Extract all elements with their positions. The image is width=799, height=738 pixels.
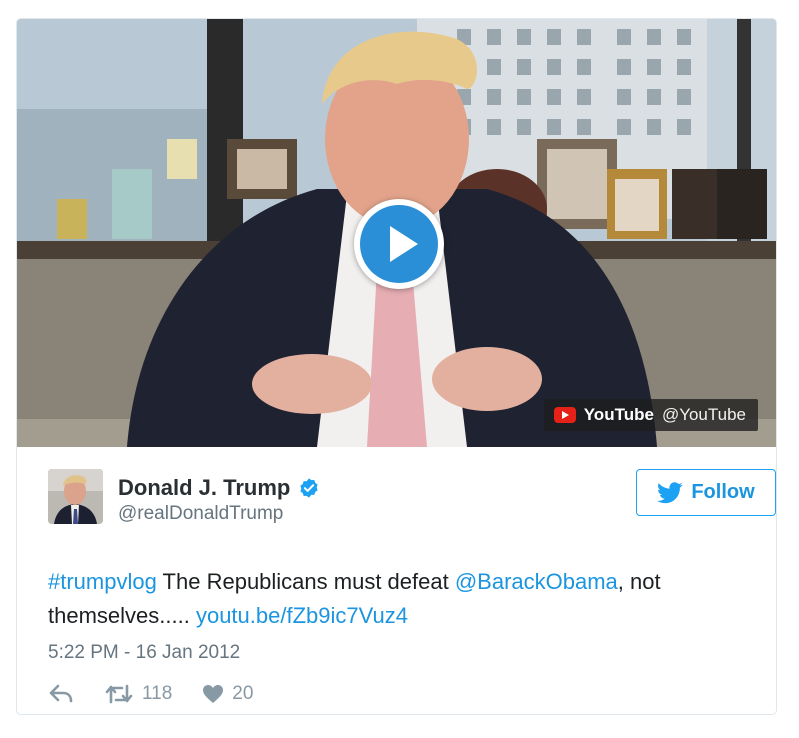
tweet-text-part-1: The Republicans must defeat	[156, 569, 455, 594]
heart-icon	[203, 685, 224, 703]
tweet-header: Donald J. Trump @realDonaldTrump Follow	[48, 469, 776, 529]
retweet-count: 118	[142, 683, 173, 704]
youtube-name: YouTube	[583, 405, 654, 424]
twitter-bird-icon	[657, 481, 683, 503]
play-icon	[360, 205, 438, 283]
action-bar: 118 20	[48, 683, 253, 705]
video-thumbnail[interactable]: YouTube @YouTube	[17, 19, 776, 447]
youtube-source-badge[interactable]: YouTube @YouTube	[543, 399, 758, 431]
verified-badge-icon	[300, 478, 318, 498]
youtube-handle: @YouTube	[661, 405, 746, 424]
tweet-card: YouTube @YouTube Donald J. Trump @realDo	[16, 18, 777, 715]
hashtag-link[interactable]: #trumpvlog	[48, 569, 157, 594]
avatar-image	[48, 469, 103, 524]
mention-link[interactable]: @BarackObama	[455, 569, 618, 594]
like-button[interactable]: 20	[202, 683, 253, 705]
retweet-icon	[105, 684, 133, 704]
play-button[interactable]	[354, 199, 444, 289]
like-count: 20	[232, 683, 254, 704]
url-link[interactable]: youtu.be/fZb9ic7Vuz4	[196, 603, 408, 628]
name-row: Donald J. Trump	[118, 475, 320, 501]
follow-label: Follow	[691, 481, 755, 503]
follow-button[interactable]: Follow	[636, 469, 776, 516]
tweet-text: #trumpvlog The Republicans must defeat @…	[48, 565, 748, 633]
user-handle[interactable]: @realDonaldTrump	[118, 503, 283, 525]
avatar[interactable]	[48, 469, 103, 524]
youtube-logo-icon	[553, 407, 576, 423]
retweet-button[interactable]: 118	[104, 683, 172, 705]
reply-icon	[49, 684, 73, 703]
reply-button[interactable]	[48, 683, 74, 705]
timestamp[interactable]: 5:22 PM - 16 Jan 2012	[48, 642, 240, 664]
display-name[interactable]: Donald J. Trump	[118, 475, 290, 501]
